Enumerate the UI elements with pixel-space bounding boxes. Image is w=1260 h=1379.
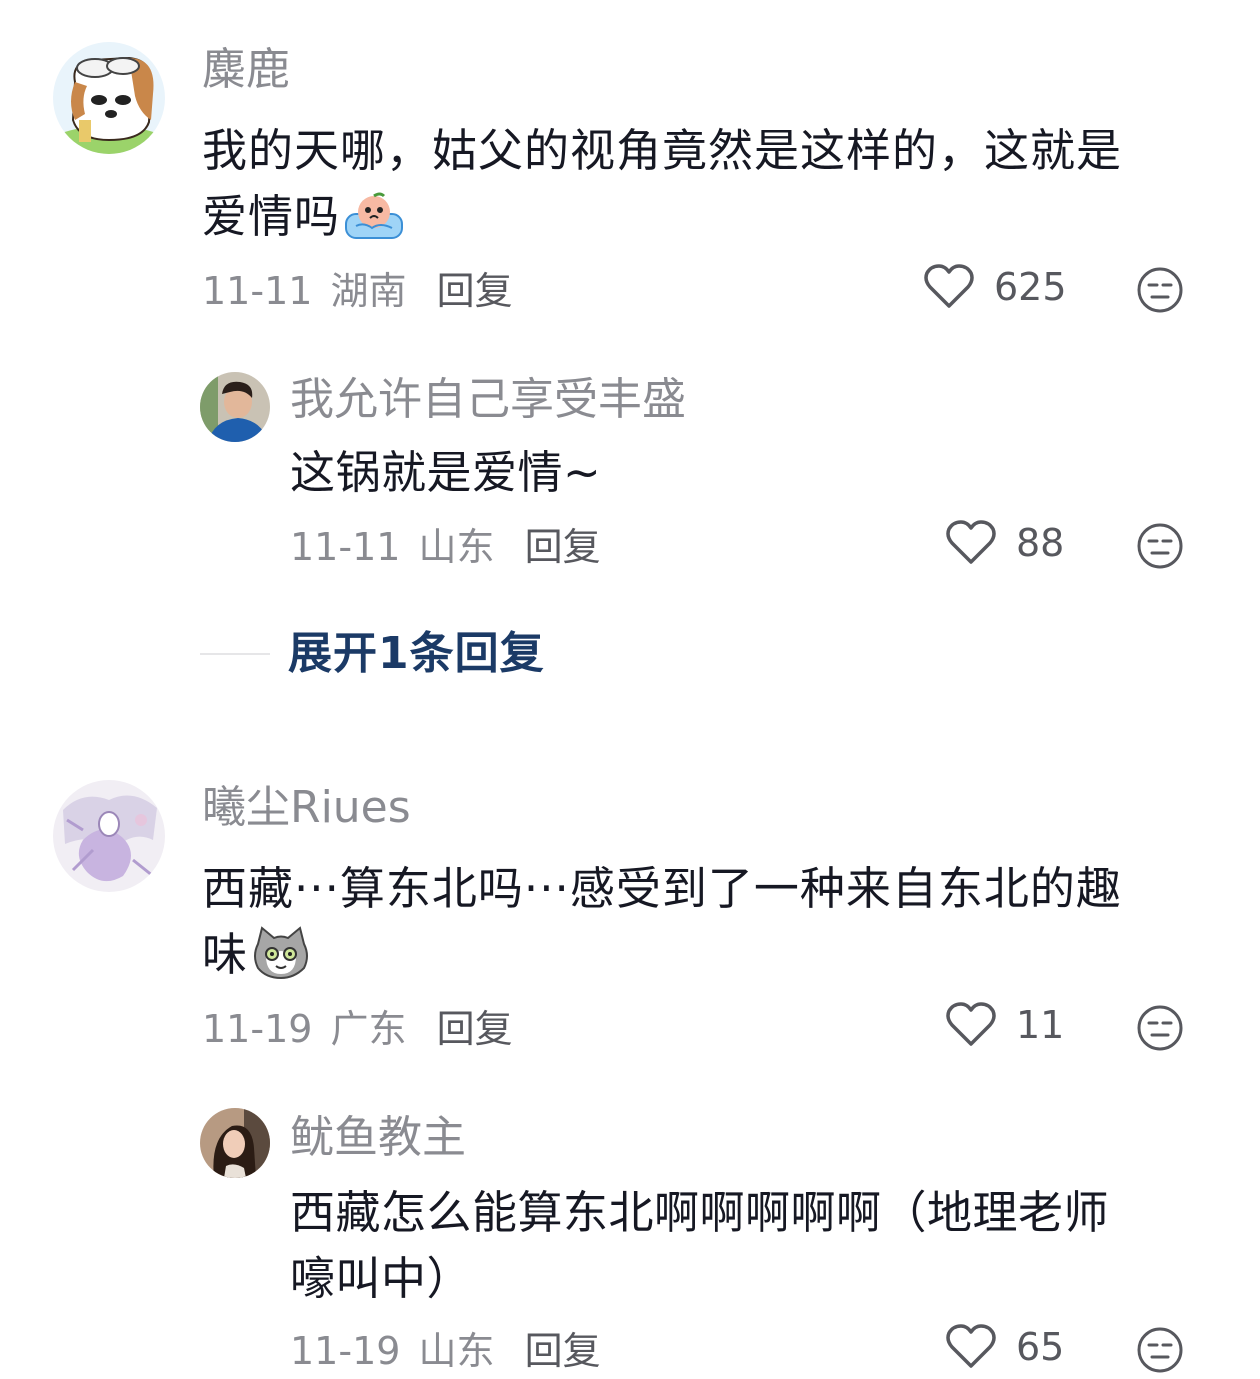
heart-icon bbox=[946, 520, 996, 564]
like-count: 625 bbox=[994, 265, 1067, 309]
heart-icon bbox=[946, 1324, 996, 1368]
avatar[interactable] bbox=[200, 1108, 270, 1178]
comment-date: 11-11 bbox=[202, 269, 313, 313]
reply-button[interactable]: 回复 bbox=[525, 1329, 601, 1373]
neutral-face-icon bbox=[1137, 1327, 1183, 1373]
comment-date: 11-19 bbox=[290, 1329, 401, 1373]
dislike-button[interactable] bbox=[1136, 1004, 1184, 1056]
comment-text-line: 西藏怎么能算东北啊啊啊啊啊（地理老师 bbox=[290, 1186, 1110, 1239]
comment-location: 山东 bbox=[418, 1329, 495, 1373]
like-button[interactable]: 65 bbox=[946, 1324, 1064, 1370]
comment-meta: 11-19 山东 回复 bbox=[290, 1326, 601, 1376]
heart-icon bbox=[924, 264, 974, 308]
comment-text-line: 爱情吗 bbox=[202, 184, 1202, 260]
expand-replies-button[interactable]: 展开1条回复 bbox=[200, 626, 545, 682]
comment-location: 湖南 bbox=[330, 269, 407, 313]
comment-meta: 11-11 山东 回复 bbox=[290, 522, 601, 572]
dislike-button[interactable] bbox=[1136, 266, 1184, 318]
comment-author[interactable]: 麋鹿 bbox=[202, 42, 290, 98]
comment-text: 西藏怎么能算东北啊啊啊啊啊（地理老师 嚎叫中） bbox=[290, 1180, 1220, 1312]
heart-icon bbox=[946, 1002, 996, 1046]
comment-text-line: 嚎叫中） bbox=[290, 1252, 473, 1305]
comment-author[interactable]: 曦尘Riues bbox=[202, 780, 411, 836]
like-count: 65 bbox=[1016, 1325, 1065, 1369]
comment-text-line: 西藏···算东北吗···感受到了一种来自东北的趣 bbox=[202, 862, 1122, 915]
divider bbox=[200, 653, 270, 655]
comment-date: 11-19 bbox=[202, 1007, 313, 1051]
crying-emoji-icon bbox=[344, 192, 404, 260]
comment-text: 我的天哪，姑父的视角竟然是这样的，这就是 爱情吗 bbox=[202, 118, 1202, 260]
like-count: 88 bbox=[1016, 521, 1065, 565]
comment-author[interactable]: 我允许自己享受丰盛 bbox=[290, 372, 686, 428]
avatar[interactable] bbox=[53, 780, 165, 892]
neutral-face-icon bbox=[1137, 1005, 1183, 1051]
reply-button[interactable]: 回复 bbox=[525, 525, 601, 569]
comment-text-line: 这锅就是爱情~ bbox=[290, 446, 602, 499]
comment-text: 这锅就是爱情~ bbox=[290, 440, 1190, 506]
dislike-button[interactable] bbox=[1136, 522, 1184, 574]
reply-button[interactable]: 回复 bbox=[437, 269, 513, 313]
like-button[interactable]: 11 bbox=[946, 1002, 1064, 1048]
cat-emoji-icon bbox=[252, 926, 310, 998]
comment-text: 西藏···算东北吗···感受到了一种来自东北的趣 味 bbox=[202, 856, 1212, 998]
avatar[interactable] bbox=[53, 42, 165, 154]
comment-meta: 11-11 湖南 回复 bbox=[202, 266, 513, 316]
avatar[interactable] bbox=[200, 372, 270, 442]
comment-location: 山东 bbox=[418, 525, 495, 569]
comment-meta: 11-19 广东 回复 bbox=[202, 1004, 513, 1054]
like-count: 11 bbox=[1016, 1003, 1065, 1047]
neutral-face-icon bbox=[1137, 267, 1183, 313]
like-button[interactable]: 625 bbox=[924, 264, 1067, 310]
comment-author[interactable]: 鱿鱼教主 bbox=[290, 1110, 466, 1166]
comment-location: 广东 bbox=[330, 1007, 407, 1051]
comment-text-line: 味 bbox=[202, 922, 1212, 998]
dislike-button[interactable] bbox=[1136, 1326, 1184, 1378]
reply-button[interactable]: 回复 bbox=[437, 1007, 513, 1051]
expand-replies-label: 展开1条回复 bbox=[288, 628, 545, 679]
comment-text-line: 我的天哪，姑父的视角竟然是这样的，这就是 bbox=[202, 124, 1123, 177]
like-button[interactable]: 88 bbox=[946, 520, 1064, 566]
neutral-face-icon bbox=[1137, 523, 1183, 569]
comment-date: 11-11 bbox=[290, 525, 401, 569]
